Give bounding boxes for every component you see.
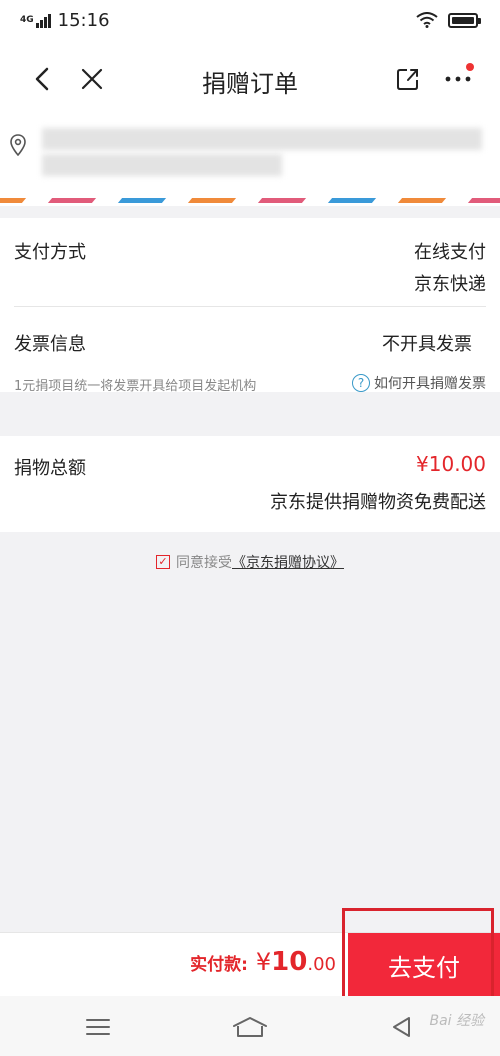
- payment-method-label: 支付方式: [14, 242, 86, 263]
- chevron-left-icon: [35, 67, 49, 91]
- more-button[interactable]: [440, 61, 476, 97]
- total-amount: 实付款: ¥ 10 .00: [190, 947, 336, 977]
- nav-bar: 捐赠订单: [0, 44, 500, 114]
- order-info-card: 支付方式 在线支付 京东快递 发票信息 不开具发票 1元捐项目统一将发票开具给项…: [0, 218, 500, 394]
- share-button[interactable]: [390, 61, 426, 97]
- close-icon: [81, 68, 103, 90]
- payment-method-value[interactable]: 在线支付: [414, 238, 486, 264]
- more-dots-icon: [445, 76, 471, 82]
- donation-card: 捐物总额 ¥10.00 京东提供捐赠物资免费配送: [0, 436, 500, 532]
- address-blur: [42, 128, 482, 150]
- battery-icon: [448, 12, 481, 28]
- invoice-note: 1元捐项目统一将发票开具给项目发起机构: [14, 379, 257, 394]
- network-type: 4G: [20, 15, 34, 25]
- signal-icon: [35, 13, 52, 28]
- donation-total-label: 捐物总额: [14, 458, 86, 479]
- agreement-checkbox[interactable]: ✓: [156, 555, 170, 569]
- currency-symbol: ¥: [255, 948, 272, 976]
- status-bar: 4G 15:16: [0, 0, 500, 44]
- total-integer: 10: [271, 947, 308, 977]
- back-button[interactable]: [24, 61, 60, 97]
- pay-button[interactable]: 去支付: [348, 933, 500, 997]
- share-icon: [397, 69, 418, 90]
- divider: [14, 306, 486, 307]
- agreement-link[interactable]: 《京东捐赠协议》: [232, 552, 344, 572]
- donation-total-amount: ¥10.00: [416, 452, 486, 476]
- agreement-text: 同意接受: [176, 555, 232, 571]
- status-time: 15:16: [57, 10, 110, 31]
- bottom-pay-bar: 实付款: ¥ 10 .00 去支付: [0, 932, 500, 997]
- donation-delivery-note: 京东提供捐赠物资免费配送: [270, 492, 486, 513]
- wifi-icon: [416, 12, 438, 28]
- invoice-help-text: 如何开具捐赠发票: [374, 376, 486, 392]
- location-pin-icon: [10, 134, 26, 156]
- menu-icon[interactable]: [86, 1018, 110, 1036]
- invoice-help-link[interactable]: ? 如何开具捐赠发票: [352, 373, 486, 393]
- total-label: 实付款:: [190, 955, 248, 975]
- invoice-label: 发票信息: [14, 334, 86, 355]
- total-decimal: .00: [307, 954, 336, 975]
- address-section[interactable]: [0, 114, 500, 206]
- question-icon: ?: [352, 374, 370, 392]
- address-blur: [42, 154, 282, 176]
- back-nav-icon[interactable]: [392, 1016, 410, 1038]
- system-nav-bar: Bai 经验: [0, 996, 500, 1056]
- invoice-value[interactable]: 不开具发票: [382, 330, 472, 356]
- agreement-row: ✓ 同意接受 《京东捐赠协议》: [0, 552, 500, 572]
- watermark: Bai 经验: [429, 1013, 484, 1029]
- close-button[interactable]: [74, 61, 110, 97]
- delivery-method-value: 京东快递: [414, 274, 486, 295]
- notification-dot: [466, 63, 474, 71]
- address-stripe: [0, 198, 500, 203]
- home-icon[interactable]: [232, 1016, 268, 1038]
